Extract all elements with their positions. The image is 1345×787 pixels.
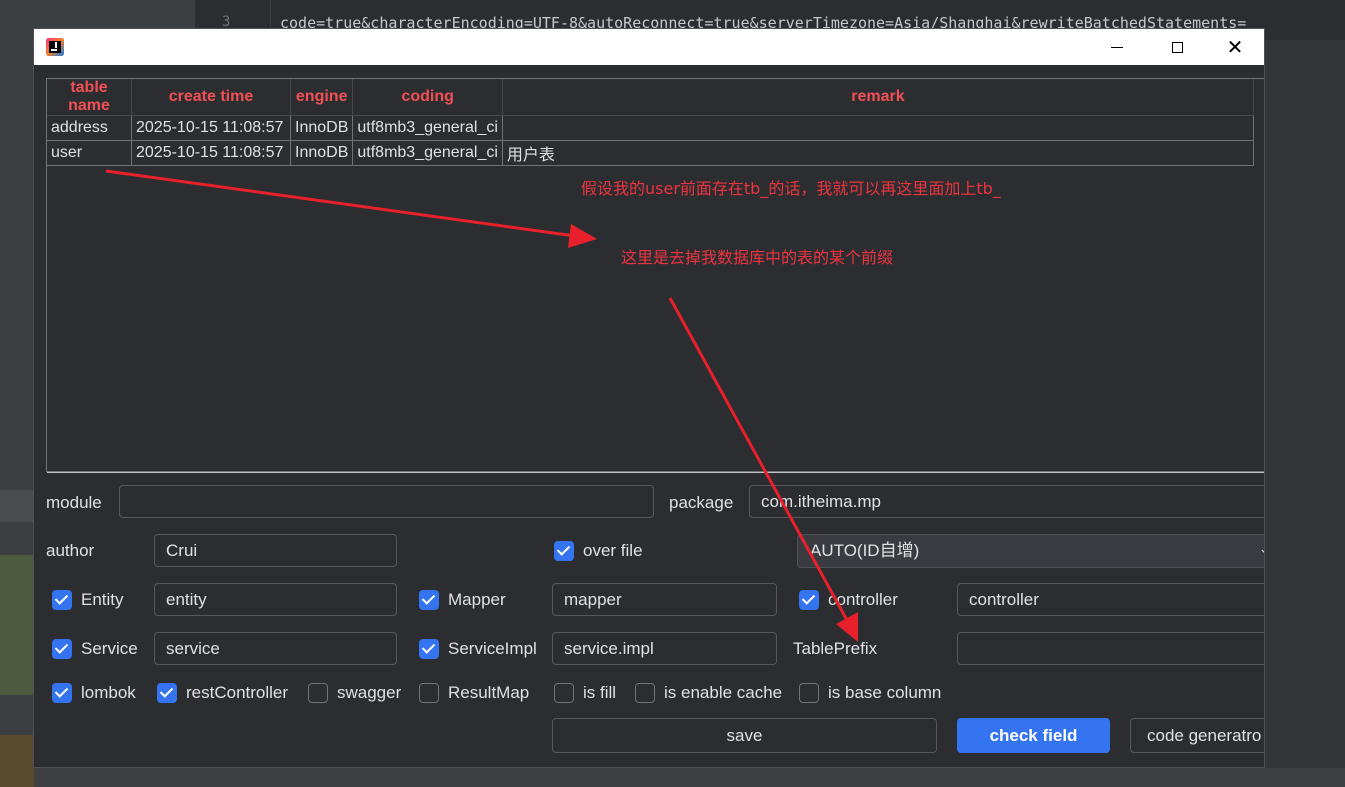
annotation-arrows xyxy=(105,169,858,642)
arrow-to-table xyxy=(105,169,597,248)
arrow-to-tableprefix xyxy=(668,297,858,642)
